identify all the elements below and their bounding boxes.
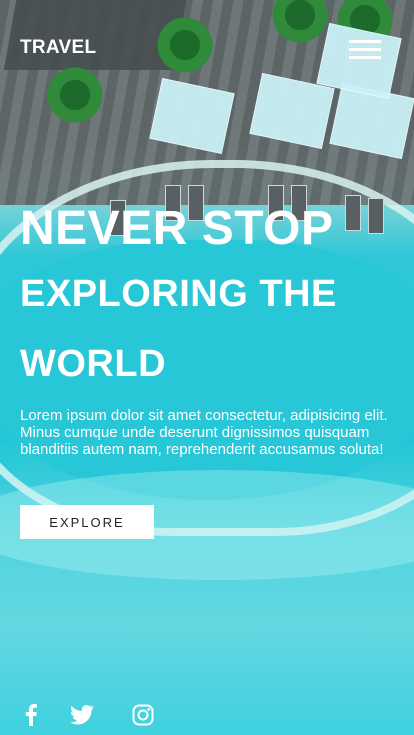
explore-button[interactable]: EXPLORE <box>20 505 154 539</box>
hero-headline: NEVER STOP EXPLORING THE WORLD <box>20 200 400 394</box>
palm-tree <box>150 10 220 80</box>
site-logo[interactable]: TRAVEL <box>20 37 96 59</box>
facebook-icon[interactable] <box>18 703 44 727</box>
hero-description: Lorem ipsum dolor sit amet consectetur, … <box>20 407 388 458</box>
instagram-icon[interactable] <box>130 703 156 727</box>
menu-line <box>349 56 381 59</box>
palm-tree <box>40 60 110 130</box>
twitter-icon[interactable] <box>69 703 95 727</box>
hamburger-menu-icon[interactable] <box>349 38 381 62</box>
headline-line-2: EXPLORING THE <box>20 273 337 315</box>
headline-line-1: NEVER STOP <box>20 202 334 255</box>
headline-line-3: WORLD <box>20 343 167 385</box>
menu-line <box>349 40 381 43</box>
menu-line <box>349 48 381 51</box>
